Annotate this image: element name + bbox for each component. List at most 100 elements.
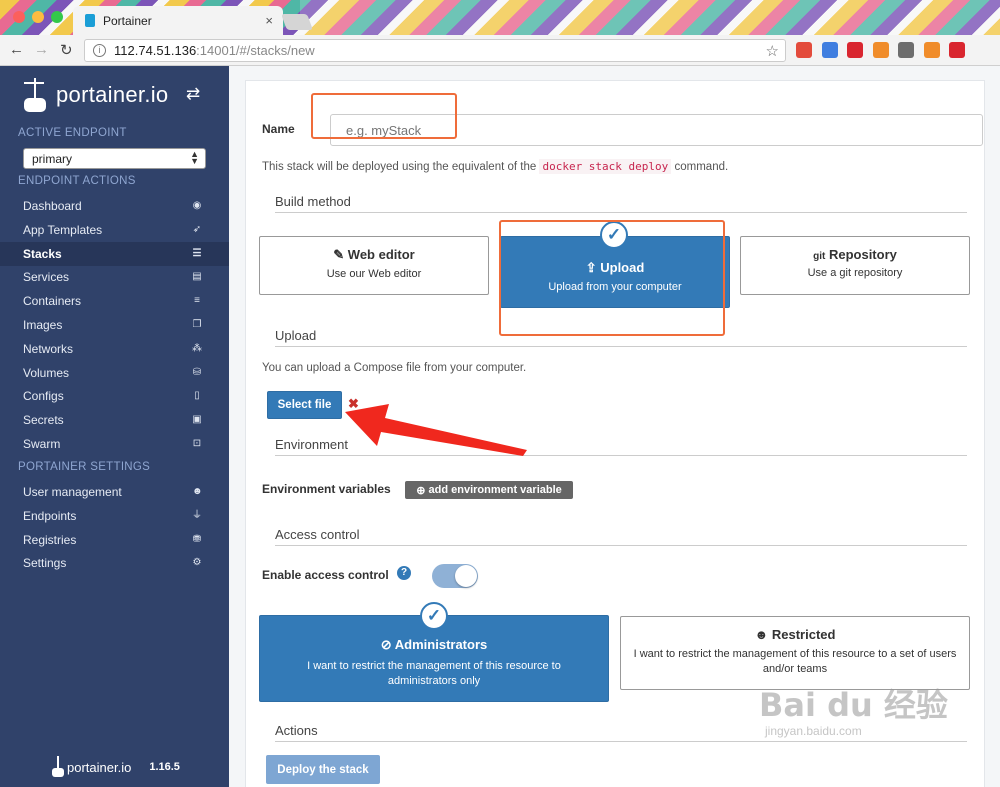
endpoints-icon: ⏚	[192, 509, 202, 521]
restricted-option[interactable]: ☻ Restricted I want to restrict the mana…	[620, 616, 970, 690]
volumes-icon: ⛁	[192, 366, 202, 378]
networks-icon: ⁂	[192, 342, 202, 354]
sidebar-item-networks[interactable]: Networks ⁂	[0, 337, 229, 361]
browser-tab[interactable]: Portainer ×	[73, 6, 283, 35]
access-control-toggle[interactable]	[432, 564, 478, 588]
enable-access-label: Enable access control	[262, 568, 389, 582]
sidebar-item-endpoints[interactable]: Endpoints ⏚	[0, 504, 229, 528]
app-templates-icon: ➶	[192, 223, 202, 235]
tab-title: Portainer	[103, 13, 152, 28]
sidebar-item-registries[interactable]: Registries ⛃	[0, 528, 229, 552]
browser-tabbar: Portainer ×	[0, 0, 1000, 35]
watermark-url: jingyan.baidu.com	[765, 724, 862, 738]
endpoint-select[interactable]: primary ▲ ▼	[23, 148, 206, 169]
sidebar-item-secrets[interactable]: Secrets ▣	[0, 408, 229, 432]
repository-option[interactable]: git Repository Use a git repository	[740, 236, 970, 295]
annotation-arrow	[345, 404, 527, 456]
name-label: Name	[262, 122, 295, 136]
sidebar-item-configs[interactable]: Configs ▯	[0, 384, 229, 408]
forward-arrow-icon[interactable]: →	[34, 41, 49, 58]
sidebar-item-label: Networks	[23, 341, 74, 356]
administrators-description: I want to restrict the management of thi…	[307, 660, 561, 687]
sidebar-item-swarm[interactable]: Swarm ⊡	[0, 432, 229, 456]
sidebar-item-user-management[interactable]: User management ☻	[0, 480, 229, 504]
sidebar-item-dashboard[interactable]: Dashboard ◉	[0, 194, 229, 218]
window-close-button[interactable]	[13, 11, 25, 23]
sidebar-item-settings[interactable]: Settings ⚙	[0, 551, 229, 575]
browser-extension-icon[interactable]	[796, 42, 812, 58]
sidebar-item-volumes[interactable]: Volumes ⛁	[0, 361, 229, 385]
upload-highlight-box	[499, 220, 725, 336]
user-management-icon: ☻	[192, 486, 203, 497]
window-minimize-button[interactable]	[32, 11, 44, 23]
sidebar-item-stacks[interactable]: Stacks ☰	[0, 241, 229, 266]
portainer-favicon-icon	[85, 14, 95, 27]
services-icon: ▤	[192, 271, 202, 283]
footer-logo-icon	[52, 756, 64, 778]
portainer-logo[interactable]: portainer.io	[22, 74, 168, 116]
sidebar-item-label: Settings	[23, 556, 67, 571]
reload-icon[interactable]: ↻	[60, 41, 73, 59]
access-control-title: Access control	[275, 527, 967, 546]
eye-slash-icon: ⊘	[380, 637, 392, 652]
endpoint-selected-value: primary	[32, 151, 73, 166]
sidebar-item-label: Registries	[23, 532, 77, 547]
site-info-icon[interactable]: i	[93, 44, 106, 57]
question-circle-icon[interactable]: ?	[397, 566, 411, 580]
browser-extension-icon[interactable]	[923, 42, 940, 58]
registries-icon: ⛃	[192, 533, 202, 545]
portainer-settings-title: PORTAINER SETTINGS	[18, 461, 151, 473]
sidebar-item-label: Services	[23, 270, 70, 285]
sidebar-item-label: Stacks	[23, 246, 62, 261]
browser-extension-icon[interactable]	[847, 42, 863, 58]
screen: Portainer × ← → ↻ i 112.74.51.136:14001/…	[0, 0, 1000, 787]
web-editor-icon: ✎	[333, 247, 345, 262]
sidebar-item-services[interactable]: Services ▤	[0, 265, 229, 289]
administrators-title: Administrators	[394, 637, 488, 652]
sidebar-item-label: Secrets	[23, 413, 64, 428]
select-file-button[interactable]: Select file	[267, 391, 342, 419]
dashboard-icon: ◉	[192, 200, 202, 211]
settings-icon: ⚙	[192, 557, 202, 569]
sidebar-item-label: Dashboard	[23, 199, 82, 213]
add-env-variable-button[interactable]: ⊕ add environment variable	[405, 481, 573, 499]
secrets-icon: ▣	[192, 414, 202, 426]
sidebar-item-containers[interactable]: Containers ≡	[0, 289, 229, 313]
sidebar-item-images[interactable]: Images ❐	[0, 313, 229, 337]
sidebar-item-label: Volumes	[23, 365, 70, 380]
active-endpoint-title: ACTIVE ENDPOINT	[18, 127, 127, 139]
toggle-knob	[455, 565, 477, 587]
tabbar-background-art	[300, 0, 1000, 35]
browser-extension-icon[interactable]	[949, 42, 965, 58]
version-label: 1.16.5	[149, 761, 180, 773]
url-path: :14001/#/stacks/new	[196, 43, 315, 58]
back-arrow-icon[interactable]: ←	[9, 41, 24, 58]
repository-description: Use a git repository	[807, 267, 903, 279]
add-env-variable-label: add environment variable	[428, 484, 562, 496]
browser-extension-icon[interactable]	[821, 42, 838, 58]
sidebar-item-label: Images	[23, 318, 63, 332]
bookmark-star-icon[interactable]: ☆	[766, 42, 779, 60]
sidebar-item-label: Containers	[23, 294, 82, 309]
containers-icon: ≡	[194, 295, 200, 307]
deploy-stack-button[interactable]: Deploy the stack	[266, 755, 380, 784]
sidebar-footer: portainer.io 1.16.5	[52, 756, 180, 778]
address-bar[interactable]: i 112.74.51.136:14001/#/stacks/new ☆	[84, 39, 786, 62]
new-tab-button[interactable]	[281, 14, 313, 30]
browser-extension-icon[interactable]	[872, 42, 889, 58]
docker-command-code: docker stack deploy	[539, 159, 672, 174]
window-zoom-button[interactable]	[51, 11, 63, 23]
web-editor-option[interactable]: ✎ Web editor Use our Web editor	[259, 236, 489, 295]
tab-close-icon[interactable]: ×	[265, 13, 273, 28]
build-method-title: Build method	[275, 194, 967, 213]
sidebar-item-label: User management	[23, 485, 122, 499]
sidebar-toggle-icon[interactable]: ⇄	[186, 84, 200, 104]
sidebar-item-label: App Templates	[23, 222, 103, 237]
crane-logo-icon	[22, 78, 50, 112]
sidebar-item-app-templates[interactable]: App Templates ➶	[0, 218, 229, 242]
browser-extension-icon[interactable]	[898, 42, 914, 58]
plus-circle-icon: ⊕	[416, 484, 426, 497]
sidebar: portainer.io ⇄ ACTIVE ENDPOINT primary ▲…	[0, 66, 229, 787]
swarm-icon: ⊡	[192, 438, 202, 449]
endpoint-actions-title: ENDPOINT ACTIONS	[18, 175, 136, 187]
